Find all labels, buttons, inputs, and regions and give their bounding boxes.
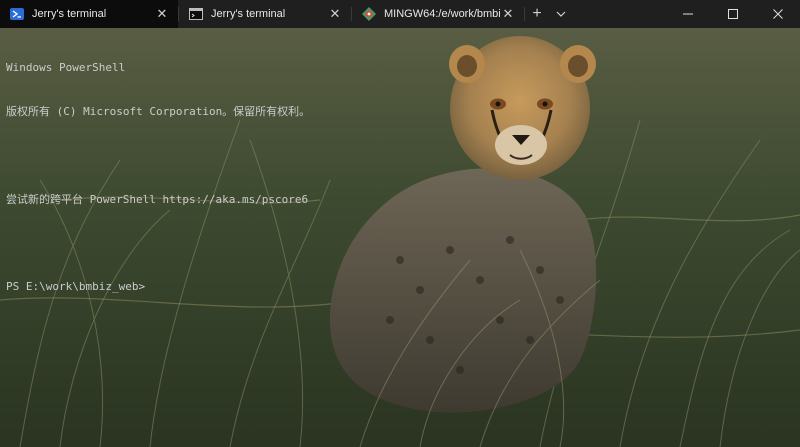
cmd-icon [189, 7, 203, 21]
chevron-down-icon [556, 11, 566, 17]
new-tab-button[interactable]: + [525, 0, 549, 28]
close-window-button[interactable] [755, 0, 800, 28]
git-bash-icon [362, 7, 376, 21]
tab-jerrys-terminal-cmd[interactable]: Jerry's terminal ✕ [179, 0, 351, 28]
close-tab-icon[interactable]: ✕ [500, 6, 516, 22]
command-prompt[interactable]: PS E:\work\bmbiz_web> [6, 280, 786, 295]
close-tab-icon[interactable]: ✕ [154, 6, 170, 22]
terminal-line: 版权所有 (C) Microsoft Corporation。保留所有权利。 [6, 104, 311, 118]
tab-title: Jerry's terminal [211, 8, 286, 20]
terminal-line: Windows PowerShell [6, 61, 126, 75]
maximize-icon [727, 9, 738, 19]
terminal-line: 尝试新的跨平台 PowerShell https://aka.ms/pscore… [6, 192, 309, 206]
tab-jerrys-terminal-powershell[interactable]: Jerry's terminal ✕ [0, 0, 178, 28]
minimize-icon [682, 13, 693, 15]
terminal-window: Jerry's terminal ✕ Jerry's terminal ✕ MI… [0, 0, 800, 447]
close-icon [772, 9, 783, 19]
close-tab-icon[interactable]: ✕ [327, 6, 343, 22]
powershell-icon [10, 7, 24, 21]
tab-title: MINGW64:/e/work/bmbiz_web [384, 8, 500, 20]
tab-title: Jerry's terminal [32, 8, 107, 20]
terminal-output[interactable]: Windows PowerShell 版权所有 (C) Microsoft Co… [6, 32, 786, 324]
title-bar-drag-area[interactable] [573, 0, 665, 28]
profile-dropdown-button[interactable] [549, 0, 573, 28]
title-bar: Jerry's terminal ✕ Jerry's terminal ✕ MI… [0, 0, 800, 28]
maximize-button[interactable] [710, 0, 755, 28]
minimize-button[interactable] [665, 0, 710, 28]
plus-icon: + [532, 5, 542, 22]
tab-mingw64[interactable]: MINGW64:/e/work/bmbiz_web ✕ [352, 0, 524, 28]
